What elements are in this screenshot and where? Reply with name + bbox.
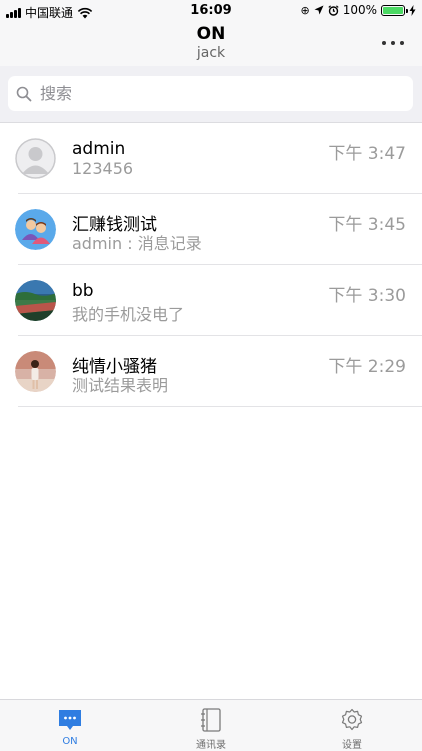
chat-bubble-icon [59,710,81,730]
search-bar-container [0,66,422,123]
tab-bar: ON 通讯录 设置 [0,699,422,751]
search-input[interactable] [38,83,402,104]
group-avatar [15,209,56,250]
conversation-name: admin [72,139,126,159]
conversation-time: 下午 3:30 [328,286,406,306]
conversation-last-message: 我的手机没电了 [72,305,185,324]
battery-icon [381,4,408,16]
status-bar-right: ⊕ 100% [300,3,416,17]
conversation-last-message: 测试结果表明 [72,376,169,395]
page-title: ON [196,24,226,44]
conversation-name: bb [72,281,94,301]
landscape-photo-avatar [15,280,56,321]
settings-gear-icon [341,708,363,731]
row-divider [18,406,422,407]
page-subtitle: jack [196,45,226,61]
location-arrow-icon [314,5,324,15]
conversation-time: 下午 3:47 [328,144,406,164]
conversation-time: 下午 2:29 [328,357,406,377]
tab-label: 通讯录 [196,740,226,751]
default-avatar [15,138,56,179]
conversation-row[interactable]: admin 123456 下午 3:47 [0,123,422,194]
conversation-last-message: admin : 消息记录 [72,234,202,253]
status-bar: 中国联通 16:09 ⊕ 100% [0,0,422,22]
more-dots-icon[interactable] [382,39,404,47]
search-box[interactable] [8,76,413,111]
conversation-row[interactable]: 纯情小骚猪 测试结果表明 下午 2:29 [0,336,422,407]
battery-percent: 100% [342,3,377,17]
search-icon [16,86,32,101]
tab-label: 设置 [342,740,362,751]
conversation-list: admin 123456 下午 3:47 汇赚钱测试 admin : 消息记录 … [0,123,422,407]
navigation-bar: ON jack [0,22,422,66]
conversation-time: 下午 3:45 [328,215,406,235]
tab-label: ON [62,736,78,747]
person-photo-avatar [15,351,56,392]
conversation-last-message: 123456 [72,159,134,178]
conversation-row[interactable]: bb 我的手机没电了 下午 3:30 [0,265,422,336]
charging-bolt-icon [409,4,416,16]
contacts-book-icon [201,708,221,732]
tab-on[interactable]: ON [0,700,140,751]
orientation-lock-icon: ⊕ [300,3,310,17]
tab-settings[interactable]: 设置 [282,700,422,751]
tab-contacts[interactable]: 通讯录 [141,700,281,751]
alarm-icon [328,4,339,16]
conversation-row[interactable]: 汇赚钱测试 admin : 消息记录 下午 3:45 [0,194,422,265]
